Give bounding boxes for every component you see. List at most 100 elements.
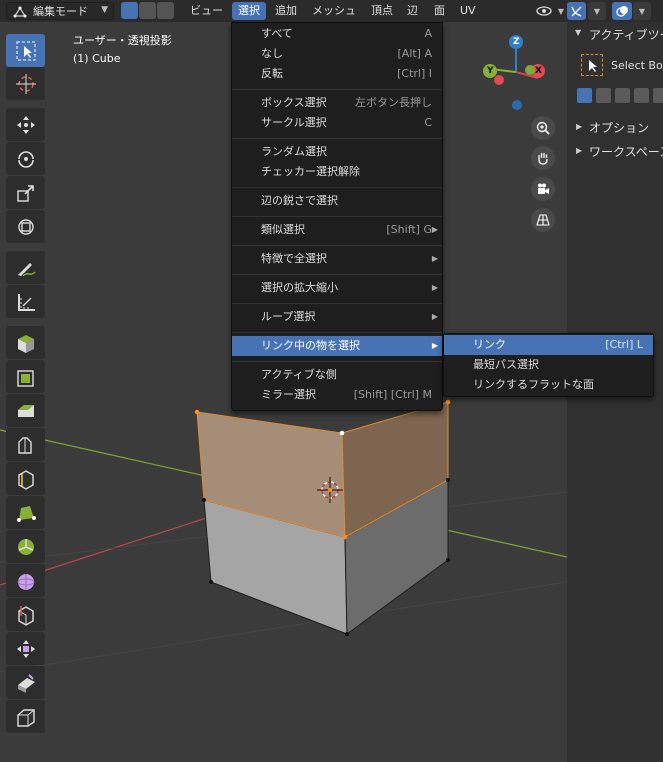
menu-item-select-none[interactable]: なし [Alt] A [232, 44, 442, 64]
gizmo-toggle-icon[interactable] [567, 2, 586, 20]
shear-tool[interactable] [6, 666, 45, 699]
menu-item-circle-select[interactable]: サークル選択 C [232, 113, 442, 133]
gizmo-x-label: X [535, 66, 542, 76]
bevel-icon [17, 436, 32, 454]
menu-select[interactable]: 選択 [232, 2, 266, 20]
subtract-selection-button[interactable] [615, 88, 630, 103]
collapse-arrow-icon[interactable]: ▶ [576, 146, 582, 155]
menu-item-select-linked[interactable]: リンク中の物を選択 ▶ [232, 336, 442, 356]
rotate-tool[interactable] [6, 142, 45, 175]
invert-selection-button[interactable] [634, 88, 649, 103]
bevel-tool[interactable] [6, 428, 45, 461]
shrink-fatten-icon [16, 639, 35, 658]
mode-dropdown[interactable]: 編集モード ▼ [6, 2, 114, 20]
edit-mode-icon [13, 6, 27, 18]
chevron-down-icon[interactable]: ▼ [588, 2, 606, 20]
menu-vertex[interactable]: 頂点 [365, 2, 399, 20]
rip-region-tool[interactable] [6, 700, 45, 733]
chevron-down-icon: ▼ [101, 5, 108, 15]
camera-icon[interactable] [531, 177, 555, 201]
shrink-fatten-tool[interactable] [6, 632, 45, 665]
poly-build-icon [16, 505, 36, 522]
loop-cut-tool[interactable] [6, 462, 45, 495]
transform-icon [17, 218, 34, 235]
menu-item-select-similar[interactable]: 類似選択 [Shift] G ▶ [232, 220, 442, 240]
expand-arrow-icon[interactable]: ▼ [575, 28, 581, 37]
options-header[interactable]: オプション [589, 119, 649, 136]
select-box-icon [16, 41, 35, 60]
inset-icon [17, 404, 34, 417]
menu-item-select-loops[interactable]: ループ選択 ▶ [232, 307, 442, 327]
edge-select-mode-button[interactable] [139, 2, 156, 19]
tool-name-label: Select Box [611, 59, 663, 72]
sphere-icon [17, 573, 34, 590]
menu-separator [232, 332, 442, 333]
menu-view[interactable]: ビュー [184, 2, 229, 20]
visibility-eye-icon[interactable] [533, 2, 555, 20]
menu-separator [232, 138, 442, 139]
menu-item-select-all-by-trait[interactable]: 特徴で全選択 ▶ [232, 249, 442, 269]
menu-separator [232, 361, 442, 362]
zoom-icon[interactable] [531, 116, 555, 140]
select-box-tool[interactable] [6, 34, 45, 67]
active-tool-header[interactable]: アクティブツール [589, 26, 663, 43]
face-select-mode-button[interactable] [157, 2, 174, 19]
add-cube-tool[interactable] [6, 326, 45, 359]
select-box-icon [581, 54, 603, 76]
move-icon [16, 115, 35, 134]
menu-item-sharp-edges[interactable]: 辺の鋭さで選択 [232, 191, 442, 211]
menu-item-side-of-active[interactable]: アクティブな側 [232, 365, 442, 385]
pan-hand-icon[interactable] [531, 146, 555, 170]
menu-item-checker-deselect[interactable]: チェッカー選択解除 [232, 162, 442, 182]
menu-item-random[interactable]: ランダム選択 [232, 142, 442, 162]
submenu-arrow-icon: ▶ [431, 312, 438, 321]
inset-tool[interactable] [6, 394, 45, 427]
grid-perspective-icon[interactable] [531, 208, 555, 232]
cursor-tool[interactable] [6, 67, 45, 100]
menu-separator [232, 89, 442, 90]
menu-item-select-more-less[interactable]: 選択の拡大縮小 ▶ [232, 278, 442, 298]
chevron-down-icon[interactable]: ▼ [633, 2, 651, 20]
menu-item-shortest-path[interactable]: 最短パス選択 [444, 355, 653, 375]
submenu-arrow-icon: ▶ [431, 341, 438, 350]
measure-tool[interactable] [6, 285, 45, 318]
menu-item-box-select[interactable]: ボックス選択 左ボタン長押し [232, 93, 442, 113]
poly-build-tool[interactable] [6, 496, 45, 529]
transform-tool[interactable] [6, 210, 45, 243]
menu-mesh[interactable]: メッシュ [306, 2, 362, 20]
move-tool[interactable] [6, 108, 45, 141]
extend-selection-button[interactable] [596, 88, 611, 103]
smooth-tool[interactable] [6, 564, 45, 597]
menu-item-select-mirror[interactable]: ミラー選択 [Shift] [Ctrl] M [232, 385, 442, 405]
edge-slide-tool[interactable] [6, 598, 45, 631]
workspace-header[interactable]: ワークスペース [589, 143, 663, 160]
intersect-selection-button[interactable] [653, 88, 663, 103]
select-linked-submenu: リンク [Ctrl] L 最短パス選択 リンクするフラットな面 [443, 333, 654, 397]
extrude-tool[interactable] [6, 360, 45, 393]
annotate-tool[interactable] [6, 251, 45, 284]
overlays-icon[interactable] [612, 2, 632, 20]
menu-item-invert[interactable]: 反転 [Ctrl] I [232, 64, 442, 84]
menu-item-linked[interactable]: リンク [Ctrl] L [444, 335, 653, 355]
set-new-selection-button[interactable] [577, 88, 592, 103]
select-menu: すべて A なし [Alt] A 反転 [Ctrl] I ボックス選択 左ボタン長押し … [231, 22, 443, 411]
menu-item-select-all[interactable]: すべて A [232, 24, 442, 44]
rotate-icon [17, 150, 34, 168]
menu-separator [232, 245, 442, 246]
menu-item-linked-flat-faces[interactable]: リンクするフラットな面 [444, 375, 653, 395]
menu-edge[interactable]: 辺 [401, 2, 424, 20]
chevron-down-icon[interactable]: ▼ [556, 2, 566, 20]
ruler-icon [17, 293, 35, 311]
spin-tool[interactable] [6, 530, 45, 563]
menu-uv[interactable]: UV [454, 2, 482, 20]
submenu-arrow-icon: ▶ [431, 283, 438, 292]
menu-separator [232, 216, 442, 217]
scale-tool[interactable] [6, 176, 45, 209]
menu-face[interactable]: 面 [428, 2, 451, 20]
vertex-select-mode-button[interactable] [121, 2, 138, 19]
pencil-icon [17, 262, 36, 276]
collapse-arrow-icon[interactable]: ▶ [576, 122, 582, 131]
menu-separator [232, 187, 442, 188]
menu-add[interactable]: 追加 [269, 2, 303, 20]
menu-separator [232, 274, 442, 275]
